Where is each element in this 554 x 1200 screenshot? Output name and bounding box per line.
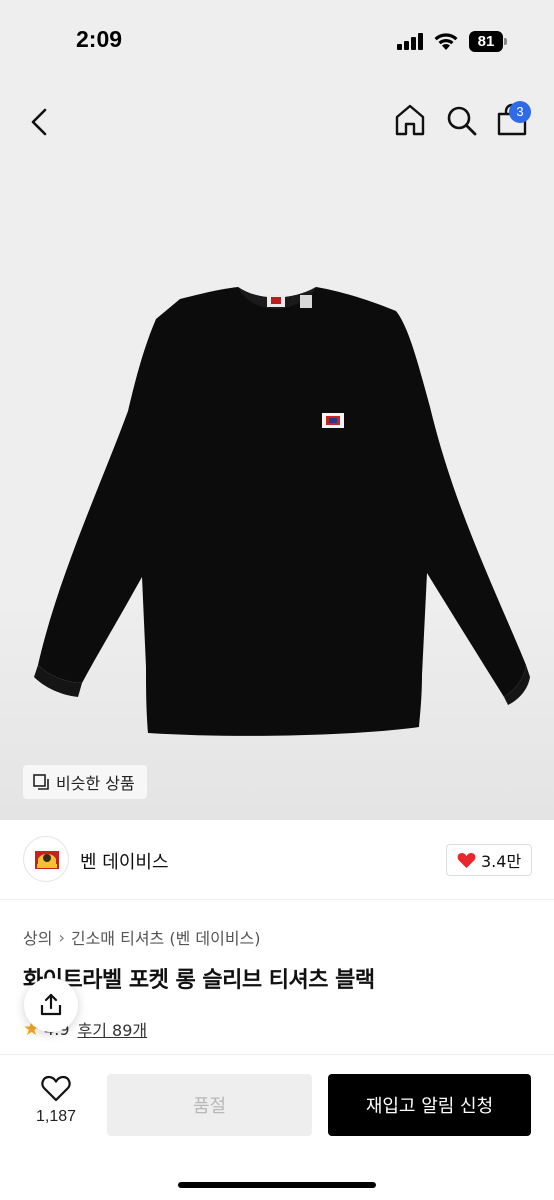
share-icon — [40, 993, 62, 1016]
chevron-right-icon: › — [58, 927, 65, 947]
status-time: 2:09 — [76, 26, 123, 52]
brand-like-button[interactable]: 3.4만 — [446, 844, 533, 876]
heart-outline-icon — [41, 1075, 71, 1102]
battery-level: 81 — [469, 31, 503, 52]
brand-logo[interactable] — [23, 836, 69, 882]
home-icon[interactable] — [393, 102, 427, 138]
wishlist-button[interactable]: 1,187 — [28, 1075, 84, 1135]
battery-icon: 81 — [469, 31, 507, 52]
search-icon[interactable] — [444, 102, 478, 138]
product-image — [34, 287, 530, 736]
back-icon[interactable] — [22, 104, 58, 140]
copy-icon — [33, 773, 49, 790]
breadcrumb: 상의 › 긴소매 티셔츠 (벤 데이비스) — [23, 925, 261, 949]
bottom-action-bar: 1,187 품절 재입고 알림 신청 — [0, 1054, 554, 1200]
home-indicator — [178, 1182, 376, 1188]
brand-name[interactable]: 벤 데이비스 — [80, 848, 169, 874]
breadcrumb-subcategory[interactable]: 긴소매 티셔츠 (벤 데이비스) — [71, 925, 261, 949]
wishlist-count: 1,187 — [35, 1108, 77, 1125]
reviews-link[interactable]: 후기 89개 — [78, 1017, 148, 1041]
share-button[interactable] — [24, 978, 78, 1032]
soldout-button: 품절 — [107, 1074, 312, 1136]
similar-products-button[interactable]: 비슷한 상품 — [23, 765, 147, 799]
brand-like-count: 3.4만 — [481, 852, 522, 871]
cart-count-badge: 3 — [509, 101, 531, 123]
restock-alert-button[interactable]: 재입고 알림 신청 — [328, 1074, 531, 1136]
wifi-icon — [434, 33, 458, 50]
breadcrumb-category[interactable]: 상의 — [23, 925, 52, 949]
cellular-signal-icon — [397, 33, 425, 50]
heart-filled-icon — [457, 852, 476, 868]
product-gallery[interactable]: 3 — [0, 82, 554, 820]
status-bar: 2:09 81 — [0, 0, 554, 82]
brand-row: 벤 데이비스 3.4만 — [0, 820, 554, 900]
product-title: 화이트라벨 포켓 롱 슬리브 티셔츠 블랙 — [23, 968, 375, 993]
similar-products-label: 비슷한 상품 — [56, 774, 135, 793]
